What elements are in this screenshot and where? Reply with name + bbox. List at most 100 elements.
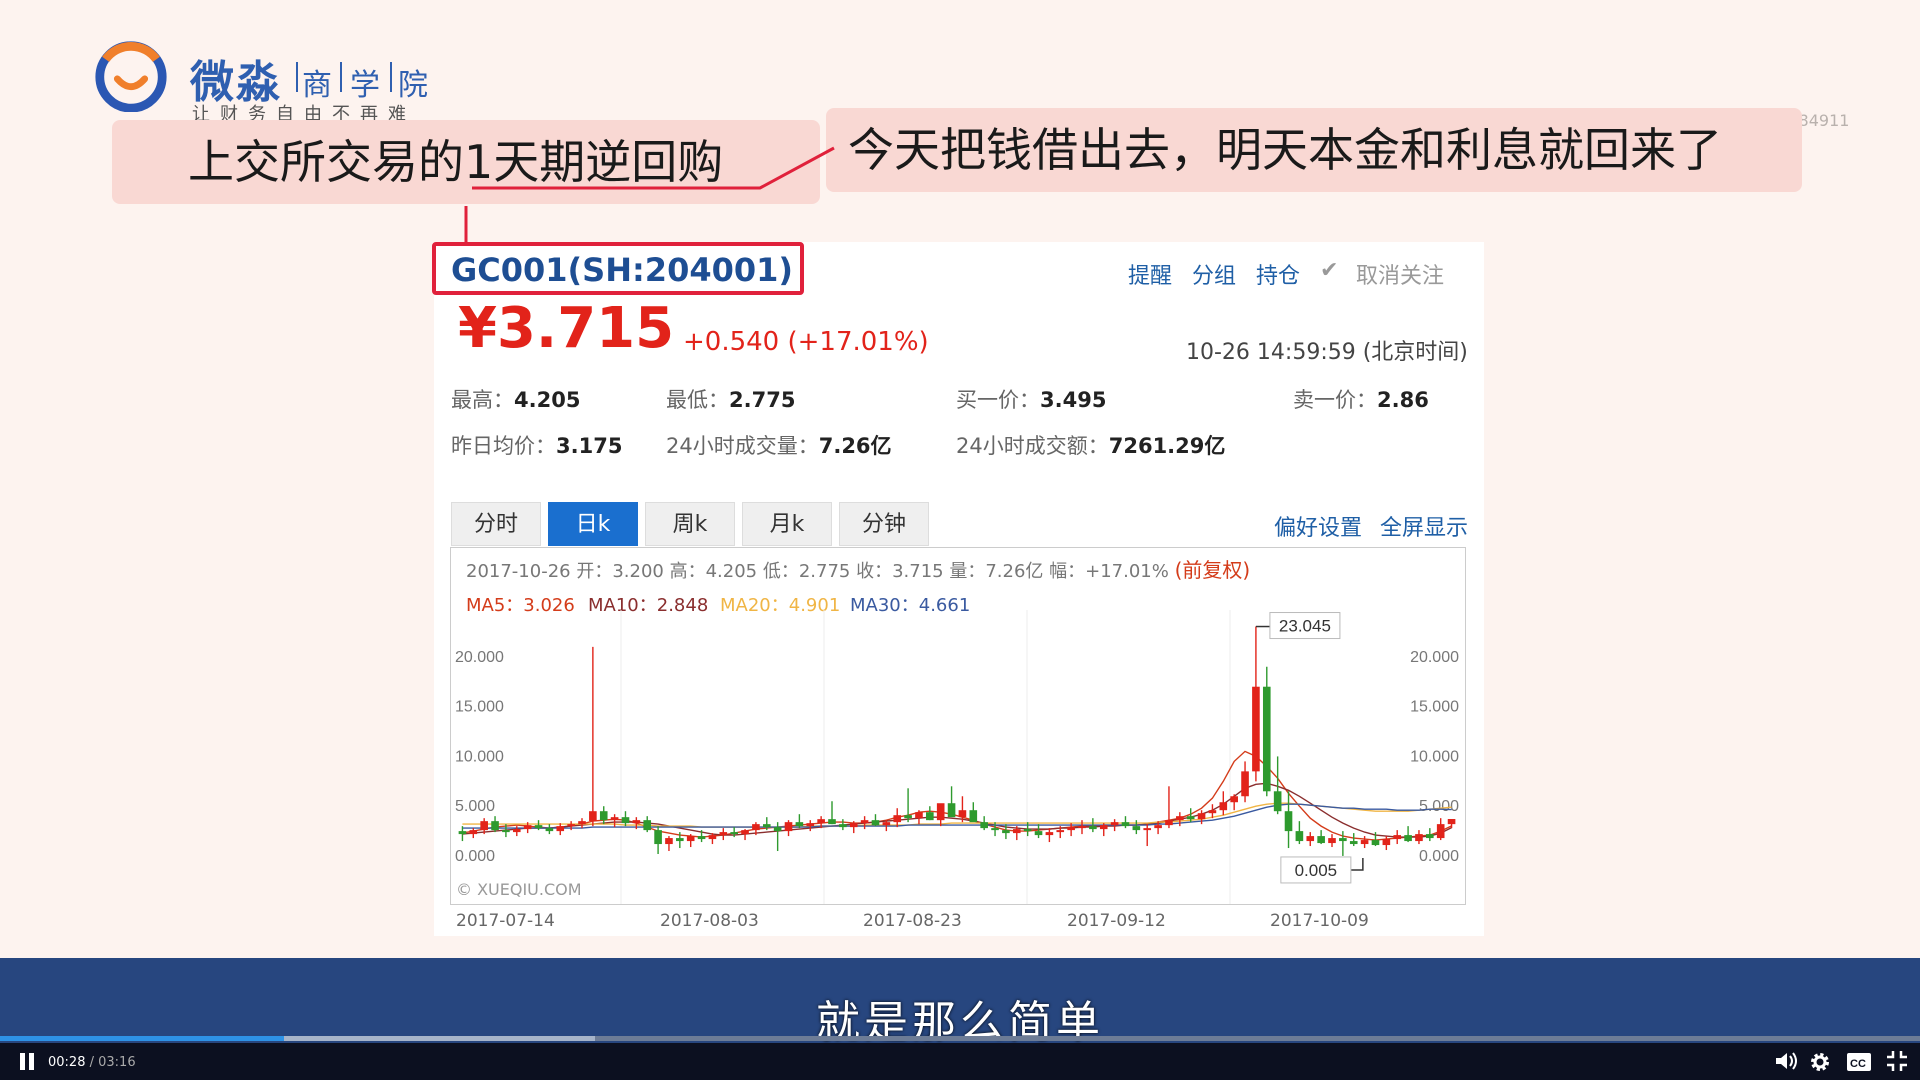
candle-body <box>752 824 760 831</box>
candle-body <box>1012 829 1021 834</box>
tab-daily-k[interactable]: 日k <box>548 502 638 546</box>
candle-body <box>719 832 728 836</box>
candle-body <box>1143 828 1152 831</box>
candle-body <box>1284 811 1293 832</box>
candle-body <box>1252 686 1260 772</box>
candle-body <box>1436 824 1445 839</box>
y-tick-label: 10.000 <box>1410 748 1459 765</box>
candle-body <box>762 824 771 828</box>
tab-minute[interactable]: 分钟 <box>839 502 929 546</box>
candle-body <box>697 836 706 840</box>
candle-body <box>904 815 912 819</box>
y-tick-label: 5.000 <box>1419 798 1459 815</box>
candle-body <box>882 822 891 826</box>
x-tick-label: 2017-07-14 <box>456 911 555 931</box>
candle-body <box>1382 839 1391 846</box>
candle-body <box>1404 835 1412 842</box>
unfollow-link[interactable]: 取消关注 <box>1356 258 1444 290</box>
preferences-link[interactable]: 偏好设置 <box>1274 510 1362 542</box>
candle-body <box>1067 827 1075 831</box>
candle-body <box>1426 834 1434 839</box>
candle-body <box>893 815 902 823</box>
candle-body <box>784 822 793 832</box>
candle-body <box>1023 829 1032 832</box>
candle-body <box>1089 826 1097 830</box>
bid-label: 买一价： <box>956 388 1040 412</box>
total-time: 03:16 <box>98 1055 136 1070</box>
logo-icon <box>95 41 167 112</box>
candle-body <box>991 828 999 831</box>
y-tick-label: 0.000 <box>1419 848 1459 865</box>
group-link[interactable]: 分组 <box>1192 258 1236 290</box>
time-separator: / <box>85 1055 99 1070</box>
candle-body <box>1056 830 1065 833</box>
candle-body <box>849 823 858 828</box>
candle-body <box>1154 825 1162 829</box>
candle-body <box>686 836 695 842</box>
tab-weekly-k[interactable]: 周k <box>645 502 735 546</box>
holdings-link[interactable]: 持仓 <box>1256 258 1300 290</box>
logo-sub-2: 学 <box>350 68 388 103</box>
candle-body <box>1295 831 1304 842</box>
pause-icon[interactable] <box>18 1052 36 1072</box>
candle-body <box>969 810 978 823</box>
candle-body <box>1415 834 1423 842</box>
candle-body <box>1219 802 1228 811</box>
callout-right: 今天把钱借出去，明天本金和利息就回来了 <box>826 108 1802 192</box>
candle-body <box>589 811 597 822</box>
ohlc-info: 2017-10-26 开：3.200 高：4.205 低：2.775 收：3.7… <box>466 561 1169 582</box>
candle-body <box>610 817 619 821</box>
fullscreen-link[interactable]: 全屏显示 <box>1380 510 1468 542</box>
chart-watermark: © XUEQIU.COM <box>456 880 582 899</box>
exit-fullscreen-icon[interactable] <box>1886 1050 1908 1072</box>
candle-body <box>1099 825 1108 830</box>
candle-body <box>1045 832 1054 836</box>
prev-avg-value: 3.175 <box>556 434 623 458</box>
candle-body <box>469 830 478 835</box>
remind-link[interactable]: 提醒 <box>1128 258 1172 290</box>
volume-icon[interactable] <box>1774 1050 1798 1072</box>
candle-body <box>926 812 934 821</box>
candle-body <box>654 830 662 845</box>
candle-body <box>936 803 945 821</box>
low-value: 2.775 <box>729 388 796 412</box>
candle-body <box>1110 822 1119 826</box>
candle-body <box>958 810 967 818</box>
chart-info-line: 2017-10-26 开：3.200 高：4.205 低：2.775 收：3.7… <box>466 554 1250 583</box>
adjust-label[interactable]: (前复权) <box>1175 558 1251 582</box>
candle-body <box>1306 836 1315 842</box>
volume-value: 7.26亿 <box>818 434 892 458</box>
logo-sub-3: 院 <box>398 68 436 103</box>
candle-body <box>491 821 499 831</box>
y-tick-label: 20.000 <box>455 649 504 666</box>
candle-body <box>480 821 488 831</box>
player-control-bar <box>0 1043 1920 1080</box>
x-tick-label: 2017-08-03 <box>660 911 759 931</box>
amount-label: 24小时成交额： <box>956 434 1109 458</box>
kline-plot: 20.000 20.000 15.000 15.000 10.000 10.000 5.00… <box>455 610 1459 904</box>
candle-body <box>1349 841 1358 845</box>
candle-body <box>1360 840 1369 845</box>
candle-body <box>1241 771 1249 797</box>
tab-monthly-k[interactable]: 月k <box>742 502 832 546</box>
candle-body <box>947 803 956 818</box>
bid-value: 3.495 <box>1040 388 1107 412</box>
candle-body <box>1132 826 1141 831</box>
candle-body <box>828 819 836 825</box>
candle-body <box>915 812 923 819</box>
y-tick-label: 5.000 <box>455 798 495 815</box>
candle-body <box>741 830 749 835</box>
tab-intraday[interactable]: 分时 <box>451 502 541 546</box>
check-icon: ✔ <box>1320 258 1339 283</box>
volume-label: 24小时成交量： <box>666 434 819 458</box>
captions-icon[interactable]: CC <box>1846 1052 1872 1072</box>
x-tick-label: 2017-10-09 <box>1270 911 1369 931</box>
candle-body <box>545 828 554 832</box>
candle-body <box>1197 813 1206 820</box>
y-tick-label: 15.000 <box>455 699 504 716</box>
candle-body <box>1339 838 1347 842</box>
max-label: 23.045 <box>1279 617 1331 636</box>
gear-icon[interactable] <box>1808 1050 1832 1074</box>
candle-body <box>1262 686 1271 792</box>
y-tick-label: 20.000 <box>1410 649 1459 666</box>
